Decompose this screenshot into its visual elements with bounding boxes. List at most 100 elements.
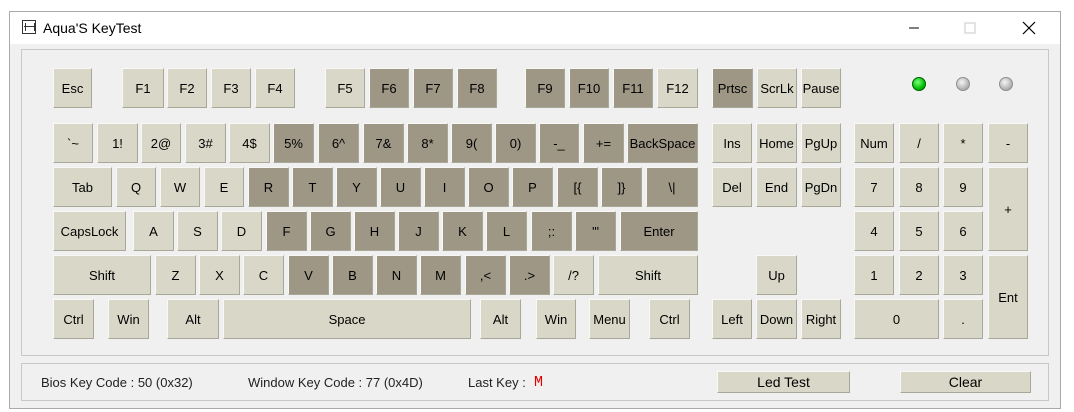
key-pgup[interactable]: PgUp bbox=[801, 123, 841, 163]
close-button[interactable] bbox=[1006, 12, 1052, 44]
key-left[interactable]: Left bbox=[712, 299, 752, 339]
key-w[interactable]: W bbox=[160, 167, 200, 207]
key-digit7[interactable]: 7& bbox=[363, 123, 404, 163]
key-up[interactable]: Up bbox=[756, 255, 797, 295]
key-u[interactable]: U bbox=[380, 167, 421, 207]
key-lwin[interactable]: Win bbox=[108, 299, 149, 339]
key-p[interactable]: P bbox=[512, 167, 553, 207]
key-np7[interactable]: 7 bbox=[854, 167, 894, 207]
key-num[interactable]: Num bbox=[854, 123, 894, 163]
key-digit4[interactable]: 4$ bbox=[229, 123, 270, 163]
key-f8[interactable]: F8 bbox=[457, 68, 497, 108]
key-m[interactable]: M bbox=[420, 255, 461, 295]
key-f10[interactable]: F10 bbox=[569, 68, 609, 108]
key-f1[interactable]: F1 bbox=[122, 68, 164, 108]
key-comma[interactable]: ,< bbox=[465, 255, 506, 295]
key-np5[interactable]: 5 bbox=[899, 211, 939, 251]
key-capslock[interactable]: CapsLock bbox=[53, 211, 126, 251]
key-backslash[interactable]: \| bbox=[646, 167, 698, 207]
key-rbracket[interactable]: ]} bbox=[601, 167, 642, 207]
key-np3[interactable]: 3 bbox=[943, 255, 983, 295]
key-o[interactable]: O bbox=[468, 167, 509, 207]
key-prtsc[interactable]: Prtsc bbox=[712, 68, 753, 108]
key-j[interactable]: J bbox=[398, 211, 439, 251]
key-f5[interactable]: F5 bbox=[325, 68, 365, 108]
key-np4[interactable]: 4 bbox=[854, 211, 894, 251]
key-tab[interactable]: Tab bbox=[53, 167, 112, 207]
key-np-plus[interactable]: + bbox=[988, 167, 1028, 251]
key-np-minus[interactable]: - bbox=[988, 123, 1028, 163]
maximize-button[interactable] bbox=[947, 12, 993, 44]
key-lshift[interactable]: Shift bbox=[53, 255, 151, 295]
key-lbracket[interactable]: [{ bbox=[557, 167, 598, 207]
led-test-button[interactable]: Led Test bbox=[717, 371, 850, 393]
key-menu[interactable]: Menu bbox=[589, 299, 630, 339]
key-digit6[interactable]: 6^ bbox=[318, 123, 359, 163]
key-a[interactable]: A bbox=[133, 211, 174, 251]
key-equal[interactable]: += bbox=[583, 123, 624, 163]
key-f[interactable]: F bbox=[266, 211, 307, 251]
key-down[interactable]: Down bbox=[756, 299, 797, 339]
key-right[interactable]: Right bbox=[801, 299, 841, 339]
key-f12[interactable]: F12 bbox=[657, 68, 698, 108]
key-q[interactable]: Q bbox=[116, 167, 156, 207]
key-np-dot[interactable]: . bbox=[943, 299, 983, 339]
key-digit8[interactable]: 8* bbox=[407, 123, 448, 163]
key-k[interactable]: K bbox=[442, 211, 483, 251]
key-t[interactable]: T bbox=[292, 167, 333, 207]
key-digit9[interactable]: 9( bbox=[451, 123, 492, 163]
key-f9[interactable]: F9 bbox=[525, 68, 565, 108]
key-d[interactable]: D bbox=[221, 211, 262, 251]
key-minus[interactable]: -_ bbox=[539, 123, 579, 163]
key-z[interactable]: Z bbox=[155, 255, 196, 295]
key-lalt[interactable]: Alt bbox=[167, 299, 219, 339]
key-v[interactable]: V bbox=[288, 255, 329, 295]
key-f11[interactable]: F11 bbox=[613, 68, 653, 108]
key-end[interactable]: End bbox=[756, 167, 797, 207]
key-lctrl[interactable]: Ctrl bbox=[53, 299, 94, 339]
key-np2[interactable]: 2 bbox=[899, 255, 939, 295]
key-f4[interactable]: F4 bbox=[255, 68, 295, 108]
key-np8[interactable]: 8 bbox=[899, 167, 939, 207]
key-l[interactable]: L bbox=[486, 211, 527, 251]
key-pgdn[interactable]: PgDn bbox=[801, 167, 841, 207]
key-rwin[interactable]: Win bbox=[536, 299, 576, 339]
key-np-slash[interactable]: / bbox=[899, 123, 939, 163]
key-np1[interactable]: 1 bbox=[854, 255, 894, 295]
key-backspace[interactable]: BackSpace bbox=[627, 123, 698, 163]
key-np9[interactable]: 9 bbox=[943, 167, 983, 207]
key-semicolon[interactable]: ;: bbox=[531, 211, 572, 251]
key-b[interactable]: B bbox=[332, 255, 373, 295]
key-np6[interactable]: 6 bbox=[943, 211, 983, 251]
key-f7[interactable]: F7 bbox=[413, 68, 453, 108]
key-backtick[interactable]: `~ bbox=[53, 123, 93, 163]
key-pause[interactable]: Pause bbox=[801, 68, 841, 108]
key-rctrl[interactable]: Ctrl bbox=[649, 299, 690, 339]
key-g[interactable]: G bbox=[310, 211, 351, 251]
key-f2[interactable]: F2 bbox=[167, 68, 207, 108]
key-np0[interactable]: 0 bbox=[854, 299, 939, 339]
key-i[interactable]: I bbox=[424, 167, 465, 207]
key-digit5[interactable]: 5% bbox=[273, 123, 314, 163]
key-esc[interactable]: Esc bbox=[53, 68, 92, 108]
key-period[interactable]: .> bbox=[509, 255, 550, 295]
key-ins[interactable]: Ins bbox=[712, 123, 752, 163]
key-e[interactable]: E bbox=[204, 167, 244, 207]
key-digit1[interactable]: 1! bbox=[97, 123, 138, 163]
key-enter[interactable]: Enter bbox=[620, 211, 698, 251]
key-n[interactable]: N bbox=[376, 255, 417, 295]
key-del[interactable]: Del bbox=[712, 167, 752, 207]
key-ralt[interactable]: Alt bbox=[480, 299, 521, 339]
key-home[interactable]: Home bbox=[756, 123, 797, 163]
key-y[interactable]: Y bbox=[336, 167, 377, 207]
key-scrlk[interactable]: ScrLk bbox=[757, 68, 797, 108]
key-c[interactable]: C bbox=[243, 255, 284, 295]
key-digit2[interactable]: 2@ bbox=[141, 123, 181, 163]
key-rshift[interactable]: Shift bbox=[598, 255, 698, 295]
key-space[interactable]: Space bbox=[223, 299, 471, 339]
key-f6[interactable]: F6 bbox=[369, 68, 409, 108]
key-quote[interactable]: '" bbox=[575, 211, 616, 251]
key-digit3[interactable]: 3# bbox=[185, 123, 226, 163]
key-np-star[interactable]: * bbox=[943, 123, 983, 163]
key-digit0[interactable]: 0) bbox=[495, 123, 536, 163]
